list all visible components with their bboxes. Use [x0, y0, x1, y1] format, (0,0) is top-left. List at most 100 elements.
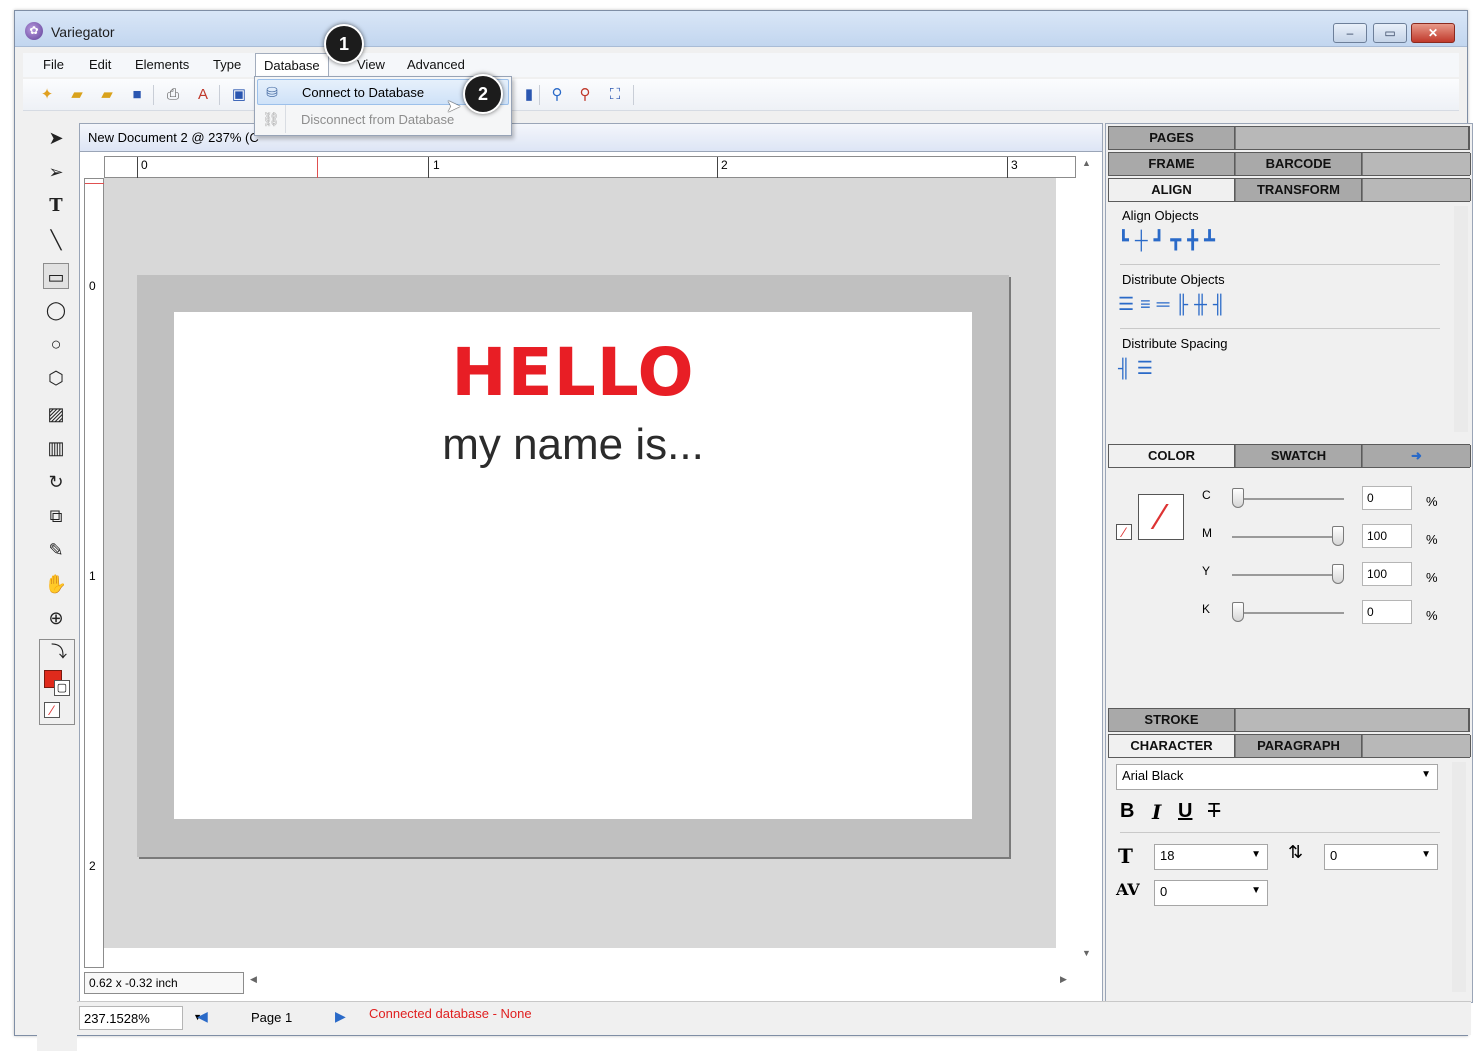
new-document-icon[interactable]: ✦	[37, 85, 57, 105]
eyedropper-tool-icon[interactable]: ✎	[43, 537, 69, 563]
cursor-coordinates: 0.62 x -0.32 inch	[84, 972, 244, 994]
pdf-export-icon[interactable]: A	[193, 85, 213, 105]
black-unit: %	[1426, 608, 1438, 623]
align-objects-label: Align Objects	[1122, 208, 1199, 223]
scroll-down-icon[interactable]: ▼	[1082, 948, 1091, 958]
italic-button[interactable]: I	[1152, 800, 1161, 824]
save-icon[interactable]: ■	[127, 85, 147, 105]
image-tool-icon[interactable]: ▨	[43, 401, 69, 427]
maximize-button[interactable]: ▭	[1373, 23, 1407, 43]
tab-pages[interactable]: PAGES	[1109, 127, 1235, 149]
previous-page-icon[interactable]: ◀	[197, 1008, 208, 1025]
underline-button[interactable]: U	[1178, 800, 1192, 823]
next-page-icon[interactable]: ▶	[335, 1008, 346, 1025]
tab-character[interactable]: CHARACTER	[1109, 735, 1235, 757]
hello-text[interactable]: HELLO	[174, 334, 972, 411]
stroke-tab-row: STROKE	[1108, 708, 1470, 732]
none-color-icon[interactable]: ⁄	[1116, 524, 1132, 540]
zoom-level-select[interactable]: 237.1528% ▼	[79, 1006, 202, 1030]
menu-edit[interactable]: Edit	[89, 57, 111, 72]
bold-button[interactable]: B	[1120, 800, 1134, 823]
my-name-is-text[interactable]: my name is...	[174, 420, 972, 470]
close-button[interactable]: ✕	[1411, 23, 1455, 43]
open-template-icon[interactable]: ▰	[97, 85, 117, 105]
swap-colors-icon[interactable]: ⤵	[46, 640, 72, 666]
tab-paragraph[interactable]: PARAGRAPH	[1236, 735, 1362, 757]
print-icon[interactable]: ⎙	[163, 85, 183, 105]
align-objects-buttons[interactable]: ┗┼┛┳╋┻	[1118, 230, 1221, 251]
black-label: K	[1202, 602, 1211, 616]
polygon-tool-icon[interactable]: ⬡	[43, 365, 69, 391]
menu-view[interactable]: View	[357, 57, 385, 72]
document-tab[interactable]: New Document 2 @ 237% (C	[80, 124, 1102, 152]
yellow-label: Y	[1202, 564, 1211, 578]
ellipse-tool-icon[interactable]: ○	[43, 331, 69, 357]
menu-elements[interactable]: Elements	[135, 57, 189, 72]
minimize-button[interactable]: –	[1333, 23, 1367, 43]
yellow-slider[interactable]	[1332, 564, 1344, 584]
rounded-rect-tool-icon[interactable]: ◯	[43, 297, 69, 323]
cyan-input[interactable]: 0	[1362, 486, 1412, 510]
zoom-fit-icon[interactable]: ⛶	[605, 85, 625, 105]
font-size-select[interactable]: 18 ▼	[1154, 844, 1268, 870]
vertical-scrollbar[interactable]: ▲ ▼	[1078, 156, 1096, 966]
zoom-out-icon[interactable]: ⚲	[575, 85, 595, 105]
zoom-in-icon[interactable]: ⚲	[547, 85, 567, 105]
tab-stroke[interactable]: STROKE	[1109, 709, 1235, 731]
tab-transform[interactable]: TRANSFORM	[1236, 179, 1362, 201]
distribute-spacing-buttons[interactable]: ╢☰	[1118, 358, 1159, 379]
tracking-select[interactable]: 0 ▼	[1154, 880, 1268, 906]
rotate-tool-icon[interactable]: ↻	[43, 469, 69, 495]
database-status: Connected database - None	[369, 1006, 532, 1021]
label-card[interactable]: HELLO my name is...	[174, 312, 972, 819]
tab-color[interactable]: COLOR	[1109, 445, 1235, 467]
zoom-tool-icon[interactable]: ⊕	[43, 605, 69, 631]
align-panel-scrollbar[interactable]	[1454, 206, 1468, 432]
tab-barcode[interactable]: BARCODE	[1236, 153, 1362, 175]
no-color-icon[interactable]: ⁄	[44, 702, 60, 718]
fit-page-icon[interactable]: ▮	[519, 85, 539, 105]
baseline-shift-select[interactable]: 0 ▼	[1324, 844, 1438, 870]
hand-tool-icon[interactable]: ✋	[43, 571, 69, 597]
black-input[interactable]: 0	[1362, 600, 1412, 624]
character-panel-scrollbar[interactable]	[1452, 762, 1466, 992]
stroke-color-swatch[interactable]: ▢	[54, 680, 70, 696]
tab-frame[interactable]: FRAME	[1109, 153, 1235, 175]
direct-select-icon[interactable]: ➢	[43, 159, 69, 185]
tab-swatch[interactable]: SWATCH	[1236, 445, 1362, 467]
font-family-select[interactable]: Arial Black ▼	[1116, 764, 1438, 790]
horizontal-ruler: 0 1 2 3	[104, 156, 1076, 179]
vertical-ruler: 0 1 2	[84, 178, 105, 968]
menu-type[interactable]: Type	[213, 57, 241, 72]
color-panel-menu-icon[interactable]: ➜	[1363, 445, 1471, 467]
menu-file[interactable]: File	[43, 57, 64, 72]
line-tool-icon[interactable]: ╲	[43, 227, 69, 253]
yellow-input[interactable]: 100	[1362, 562, 1412, 586]
scroll-left-icon[interactable]: ◀	[250, 974, 257, 985]
select-frame-icon[interactable]: ▣	[229, 85, 249, 105]
label-bleed-frame[interactable]: HELLO my name is...	[137, 275, 1009, 857]
cyan-slider[interactable]	[1232, 488, 1244, 508]
black-slider[interactable]	[1232, 602, 1244, 622]
scroll-right-icon[interactable]: ▶	[1060, 974, 1067, 985]
design-canvas[interactable]: HELLO my name is...	[104, 178, 1056, 948]
barcode-tool-icon[interactable]: ▥	[43, 435, 69, 461]
menu-database[interactable]: Database	[255, 53, 329, 77]
stroke-preview-icon[interactable]: ⁄	[1138, 494, 1184, 540]
scroll-up-icon[interactable]: ▲	[1082, 158, 1091, 168]
magenta-slider[interactable]	[1332, 526, 1344, 546]
select-arrow-icon[interactable]: ➤	[43, 125, 69, 151]
chevron-down-icon: ▼	[1421, 769, 1431, 780]
distribute-objects-buttons[interactable]: ☰≡═╟╫╢	[1118, 294, 1232, 315]
open-folder-icon[interactable]: ▰	[67, 85, 87, 105]
text-tool-icon[interactable]: T	[43, 193, 69, 219]
crop-tool-icon[interactable]: ⧉	[43, 503, 69, 529]
rectangle-tool-icon[interactable]: ▭	[43, 263, 69, 289]
tab-align[interactable]: ALIGN	[1109, 179, 1235, 201]
baseline-shift-icon: ⇅	[1288, 842, 1304, 862]
magenta-input[interactable]: 100	[1362, 524, 1412, 548]
horizontal-scrollbar[interactable]: ◀ ▶	[248, 972, 1078, 990]
fill-stroke-swatches: ⤵ ▢ ⁄	[39, 639, 75, 725]
strikethrough-button[interactable]: T	[1208, 800, 1220, 823]
menu-advanced[interactable]: Advanced	[407, 57, 465, 72]
